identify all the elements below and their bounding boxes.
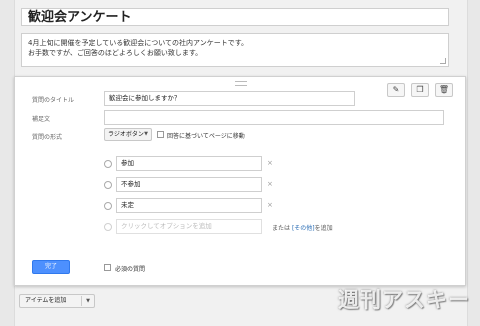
option-input[interactable]: 不参加 <box>116 177 262 192</box>
question-title-label: 質問のタイトル <box>32 97 75 104</box>
watermark-logo: 週刊アスキー <box>338 288 470 312</box>
radio-icon <box>104 202 112 210</box>
add-item-label: アイテムを追加 <box>25 297 67 304</box>
goto-page-label: 回答に基づいてページに移動 <box>167 133 245 140</box>
remove-option-icon[interactable]: × <box>267 180 273 188</box>
copy-icon: ❐ <box>416 85 424 94</box>
help-text-label: 補足文 <box>32 116 51 123</box>
add-other-suffix: を追加 <box>314 225 333 232</box>
edit-button[interactable]: ✎ <box>387 83 405 97</box>
radio-icon <box>104 160 112 168</box>
chevron-down-icon[interactable]: ▼ <box>86 295 90 307</box>
question-type-label: 質問の形式 <box>32 134 63 141</box>
done-button[interactable]: 完了 <box>32 260 70 274</box>
option-input[interactable]: 参加 <box>116 156 262 171</box>
add-option-input[interactable]: クリックしてオプションを追加 <box>116 219 262 234</box>
remove-option-icon[interactable]: × <box>267 159 273 167</box>
question-title-input[interactable]: 歓迎会に参加しますか？ <box>104 91 355 106</box>
radio-icon <box>104 181 112 189</box>
chevron-down-icon: ▼ <box>144 131 148 137</box>
form-title-input[interactable]: 歓迎会アンケート <box>21 8 449 26</box>
add-other-text: または [その他]を追加 <box>272 223 333 232</box>
pencil-icon: ✎ <box>392 85 400 94</box>
question-type-value: ラジオボタン <box>108 131 144 138</box>
goto-page-checkbox[interactable] <box>157 131 164 138</box>
form-description-input[interactable]: 4月上旬に開催を予定している歓迎会についての社内アンケートです。 お手数ですが、… <box>21 33 449 67</box>
button-divider <box>81 296 82 306</box>
delete-button[interactable]: 🗑 <box>435 83 453 97</box>
add-item-button[interactable]: アイテムを追加 ▼ <box>19 294 95 308</box>
question-editor-card: ✎ ❐ 🗑 質問のタイトル 歓迎会に参加しますか？ 補足文 質問の形式 ラジオボ… <box>14 76 466 286</box>
option-input[interactable]: 未定 <box>116 198 262 213</box>
add-other-prefix: または <box>272 225 291 232</box>
duplicate-button[interactable]: ❐ <box>411 83 429 97</box>
trash-icon: 🗑 <box>438 85 450 94</box>
question-type-select[interactable]: ラジオボタン ▼ <box>104 128 152 141</box>
required-label: 必須の質問 <box>115 266 146 273</box>
description-line: 4月上旬に開催を予定している歓迎会についての社内アンケートです。 <box>28 39 249 47</box>
description-line: お手数ですが、ご回答のほどよろしくお願い致します。 <box>28 49 203 57</box>
help-text-input[interactable] <box>104 110 444 125</box>
radio-icon <box>104 223 112 231</box>
drag-handle-icon[interactable] <box>235 81 247 86</box>
resize-grip-icon[interactable] <box>440 58 446 64</box>
add-other-link[interactable]: [その他] <box>292 225 315 232</box>
required-checkbox[interactable] <box>104 264 111 271</box>
remove-option-icon[interactable]: × <box>267 201 273 209</box>
